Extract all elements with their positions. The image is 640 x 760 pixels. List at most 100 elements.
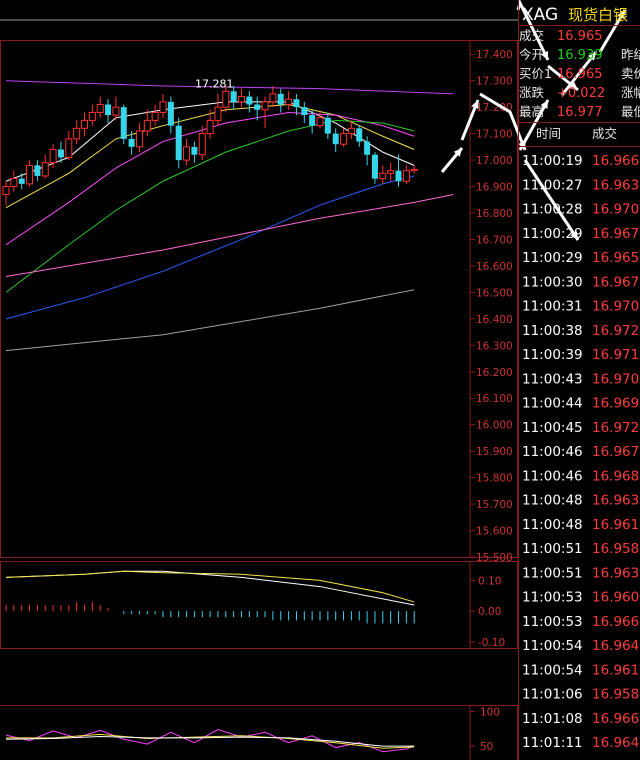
tick-row[interactable]: 11:00:38 16.972 bbox=[522, 323, 639, 339]
candle-body bbox=[41, 162, 49, 177]
tick-row[interactable]: 11:00:48 16.961 bbox=[522, 517, 639, 533]
candle[interactable] bbox=[324, 112, 331, 139]
candle[interactable] bbox=[41, 154, 49, 179]
candle[interactable] bbox=[332, 128, 339, 153]
tick-price: 16.970 bbox=[592, 299, 639, 315]
candle[interactable] bbox=[379, 165, 387, 184]
tick-time: 11:00:27 bbox=[522, 177, 583, 193]
tick-row[interactable]: 11:00:51 16.963 bbox=[522, 565, 639, 581]
candle-body bbox=[301, 107, 308, 116]
quote-label: 涨跌 bbox=[519, 85, 545, 100]
candle-body bbox=[206, 119, 214, 135]
tick-row[interactable]: 11:00:48 16.963 bbox=[522, 493, 639, 509]
candle[interactable] bbox=[238, 88, 245, 108]
candle[interactable] bbox=[2, 181, 10, 206]
tick-row[interactable]: 11:00:29 16.967 bbox=[522, 226, 639, 242]
tick-row[interactable]: 11:00:44 16.969 bbox=[522, 396, 639, 412]
candle-body bbox=[356, 128, 363, 142]
tick-row[interactable]: 11:00:27 16.963 bbox=[522, 177, 639, 193]
candle[interactable] bbox=[88, 104, 96, 126]
price-tick-label: 16.500 bbox=[476, 287, 513, 299]
moving-average-line-7 bbox=[5, 289, 415, 352]
tick-row[interactable]: 11:00:54 16.964 bbox=[522, 638, 639, 654]
candle-body bbox=[293, 99, 300, 108]
candle[interactable] bbox=[96, 96, 104, 118]
candle[interactable] bbox=[410, 165, 418, 174]
candle[interactable] bbox=[285, 91, 293, 110]
candle[interactable] bbox=[340, 128, 348, 147]
candle[interactable] bbox=[159, 93, 167, 118]
candle[interactable] bbox=[191, 141, 198, 163]
tick-row[interactable]: 11:00:39 16.971 bbox=[522, 347, 639, 363]
tick-list[interactable]: 时间 成交 11:00:19 16.966 11:00:27 16.963 11:00:28… bbox=[518, 122, 640, 760]
candle[interactable] bbox=[254, 96, 261, 121]
tick-row[interactable]: 11:00:53 16.966 bbox=[522, 614, 639, 630]
tick-row[interactable]: 11:00:31 16.970 bbox=[522, 299, 639, 315]
tick-time: 11:00:51 bbox=[522, 541, 583, 557]
candle-body bbox=[151, 111, 159, 121]
kdj-tick-label: 50 bbox=[480, 741, 493, 753]
candle[interactable] bbox=[301, 101, 308, 124]
tick-row[interactable]: 11:00:46 16.967 bbox=[522, 444, 639, 460]
candle[interactable] bbox=[151, 104, 159, 126]
candle[interactable] bbox=[112, 96, 120, 121]
candle-body bbox=[88, 111, 96, 121]
candle[interactable] bbox=[143, 109, 151, 137]
price-tick-label: 16.900 bbox=[476, 182, 513, 194]
quote-value: 16.939 bbox=[557, 48, 603, 63]
candle[interactable] bbox=[81, 112, 88, 137]
candle-body bbox=[65, 138, 73, 158]
tick-time: 11:00:54 bbox=[522, 662, 583, 678]
tick-time: 11:00:46 bbox=[522, 468, 583, 484]
candle[interactable] bbox=[105, 99, 112, 124]
macd-panel[interactable]: 0.10 0.00 -0.10 bbox=[0, 561, 518, 649]
tick-row[interactable]: 11:00:28 16.970 bbox=[522, 202, 639, 218]
candle-body bbox=[230, 91, 237, 102]
quote-right-label: 涨幅 bbox=[621, 85, 640, 100]
tick-row[interactable]: 11:00:19 16.966 bbox=[522, 153, 639, 169]
candle[interactable] bbox=[34, 160, 41, 182]
candle-body bbox=[277, 93, 284, 105]
candle[interactable] bbox=[120, 104, 127, 145]
candle[interactable] bbox=[293, 93, 300, 116]
candle[interactable] bbox=[214, 93, 222, 126]
tick-price: 16.969 bbox=[592, 396, 639, 412]
tick-row[interactable]: 11:00:45 16.972 bbox=[522, 420, 639, 436]
candle[interactable] bbox=[135, 123, 143, 153]
tick-row[interactable]: 11:00:29 16.965 bbox=[522, 250, 639, 266]
tick-time: 11:00:38 bbox=[522, 323, 583, 339]
price-tick-label: 15.900 bbox=[476, 446, 513, 458]
candle[interactable] bbox=[356, 125, 363, 147]
candle[interactable] bbox=[26, 160, 34, 187]
candle-body bbox=[128, 138, 135, 147]
tick-row[interactable]: 11:01:08 16.966 bbox=[522, 711, 639, 727]
candle[interactable] bbox=[246, 91, 253, 113]
candle[interactable] bbox=[402, 165, 410, 184]
candle[interactable] bbox=[269, 85, 277, 108]
candle[interactable] bbox=[73, 120, 81, 145]
tick-row[interactable]: 11:00:54 16.961 bbox=[522, 662, 639, 678]
candle[interactable] bbox=[277, 88, 284, 113]
tick-row[interactable]: 11:01:06 16.958 bbox=[522, 687, 639, 703]
tick-row[interactable]: 11:01:11 16.964 bbox=[522, 735, 639, 751]
candle[interactable] bbox=[183, 138, 191, 166]
candle[interactable] bbox=[65, 130, 73, 161]
macd-tick-label: -0.10 bbox=[478, 637, 505, 649]
candle[interactable] bbox=[167, 96, 174, 134]
trading-chart[interactable]: 17.40017.30017.20017.10017.00016.90016.8… bbox=[0, 0, 640, 760]
tick-row[interactable]: 11:00:53 16.960 bbox=[522, 590, 639, 606]
candle[interactable] bbox=[128, 130, 135, 155]
candle[interactable] bbox=[371, 152, 378, 184]
tick-row[interactable]: 11:00:30 16.967 bbox=[522, 274, 639, 290]
tick-row[interactable]: 11:00:43 16.970 bbox=[522, 371, 639, 387]
candle-body bbox=[332, 133, 339, 145]
candle[interactable] bbox=[10, 170, 18, 192]
candle[interactable] bbox=[387, 162, 395, 182]
candle[interactable] bbox=[175, 117, 182, 169]
candle[interactable] bbox=[261, 96, 269, 129]
tick-row[interactable]: 11:00:46 16.968 bbox=[522, 468, 639, 484]
tick-row[interactable]: 11:00:51 16.958 bbox=[522, 541, 639, 557]
kdj-panel[interactable]: 100 50 bbox=[0, 705, 518, 760]
candle-body bbox=[159, 101, 167, 113]
price-tick-label: 16.700 bbox=[476, 234, 513, 246]
